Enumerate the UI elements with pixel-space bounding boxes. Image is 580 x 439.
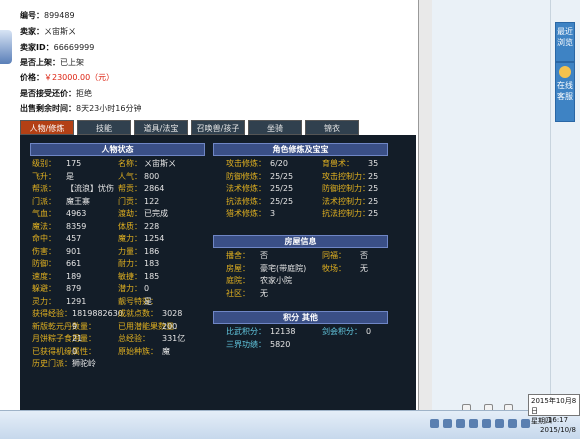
info-seller: 卖家：ㄨ宙斯ㄨ [20, 27, 76, 36]
notification-icon[interactable] [521, 419, 530, 428]
tooltip-date: 2015年10月8日 [531, 397, 577, 415]
status_extra-v2-3: 魔 [162, 346, 170, 356]
page-scrollbar[interactable] [418, 0, 432, 410]
cultivation-v-4: 3 [270, 209, 276, 218]
speaker-icon[interactable] [508, 419, 517, 428]
tab-character[interactable]: 人物/修炼 [20, 120, 74, 135]
info-id: 编号：899489 [20, 11, 75, 20]
tab-outfits[interactable]: 锦衣 [305, 120, 359, 135]
character-panel: 人物状态 角色修炼及宝宝 房屋信息 积分 其他 级别： 175 名称： ㄨ宙斯ㄨ 飞升：… [20, 135, 416, 410]
info-counter-offer: 是否接受还价：拒绝 [20, 89, 92, 98]
tab-pets[interactable]: 召唤兽/孩子 [191, 120, 245, 135]
info-listed: 是否上架：已上架 [20, 58, 84, 67]
date-tooltip: 2015年10月8日 星期四 [528, 394, 580, 425]
avatar [0, 30, 12, 64]
tab-mounts[interactable]: 坐骑 [248, 120, 302, 135]
house-l-3: 社区： [226, 288, 250, 298]
points-l-1: 三界功绩： [226, 339, 266, 349]
info-price: 价格：￥23000.00（元） [20, 73, 115, 82]
section-status-header: 人物状态 [30, 143, 205, 156]
section-cultivation-header: 角色修炼及宝宝 [213, 143, 388, 156]
online-service-label: 在线客服 [557, 81, 573, 101]
points-l2-0: 剑会积分： [322, 327, 362, 336]
info-seller-id: 卖家ID：66669999 [20, 43, 95, 52]
section-points-header: 积分 其他 [213, 311, 388, 324]
web-page: 编号：899489 卖家：ㄨ宙斯ㄨ 卖家ID：66669999 是否上架：已上架… [0, 0, 418, 410]
points-v2-0: 0 [366, 327, 372, 336]
status_extra-v-4: 狮驼岭 [72, 359, 96, 368]
volume-icon[interactable] [430, 419, 439, 428]
status_extra-l-4: 历史门派： [32, 359, 72, 368]
recent-views-button[interactable]: 最近浏览 [555, 22, 575, 62]
cultivation-l2-4: 抗法控制力： [322, 209, 370, 218]
points-v-1: 5820 [270, 339, 291, 349]
keyboard-icon[interactable] [482, 419, 491, 428]
clock-date: 2015/10/8 [540, 426, 576, 434]
section-house-header: 房屋信息 [213, 235, 388, 248]
tab-bar: 人物/修炼 技能 道具/法宝 召唤兽/孩子 坐骑 锦衣 [20, 120, 416, 135]
side-divider [550, 0, 551, 410]
online-service-button[interactable]: 在线客服 [555, 62, 575, 122]
network-icon[interactable] [443, 419, 452, 428]
cultivation-l-4: 猎术修炼： [226, 209, 266, 218]
service-icon [559, 66, 571, 78]
status_extra-l2-3: 原始种族： [118, 346, 158, 356]
info-remaining-time: 出售剩余时间：8天23小时16分钟 [20, 104, 142, 113]
house-v-3: 无 [260, 288, 268, 298]
house-v2-1: 无 [360, 263, 368, 273]
tab-items[interactable]: 道具/法宝 [134, 120, 188, 135]
sync-icon[interactable] [495, 419, 504, 428]
taskbar: 16:17 2015/10/8 [0, 410, 580, 439]
house-l2-1: 牧场： [322, 263, 346, 273]
tooltip-day: 星期四 [531, 417, 552, 425]
security-icon[interactable] [456, 419, 465, 428]
cultivation-v2-4: 25 [368, 209, 379, 218]
cloud-icon[interactable] [469, 419, 478, 428]
tab-skills[interactable]: 技能 [77, 120, 131, 135]
